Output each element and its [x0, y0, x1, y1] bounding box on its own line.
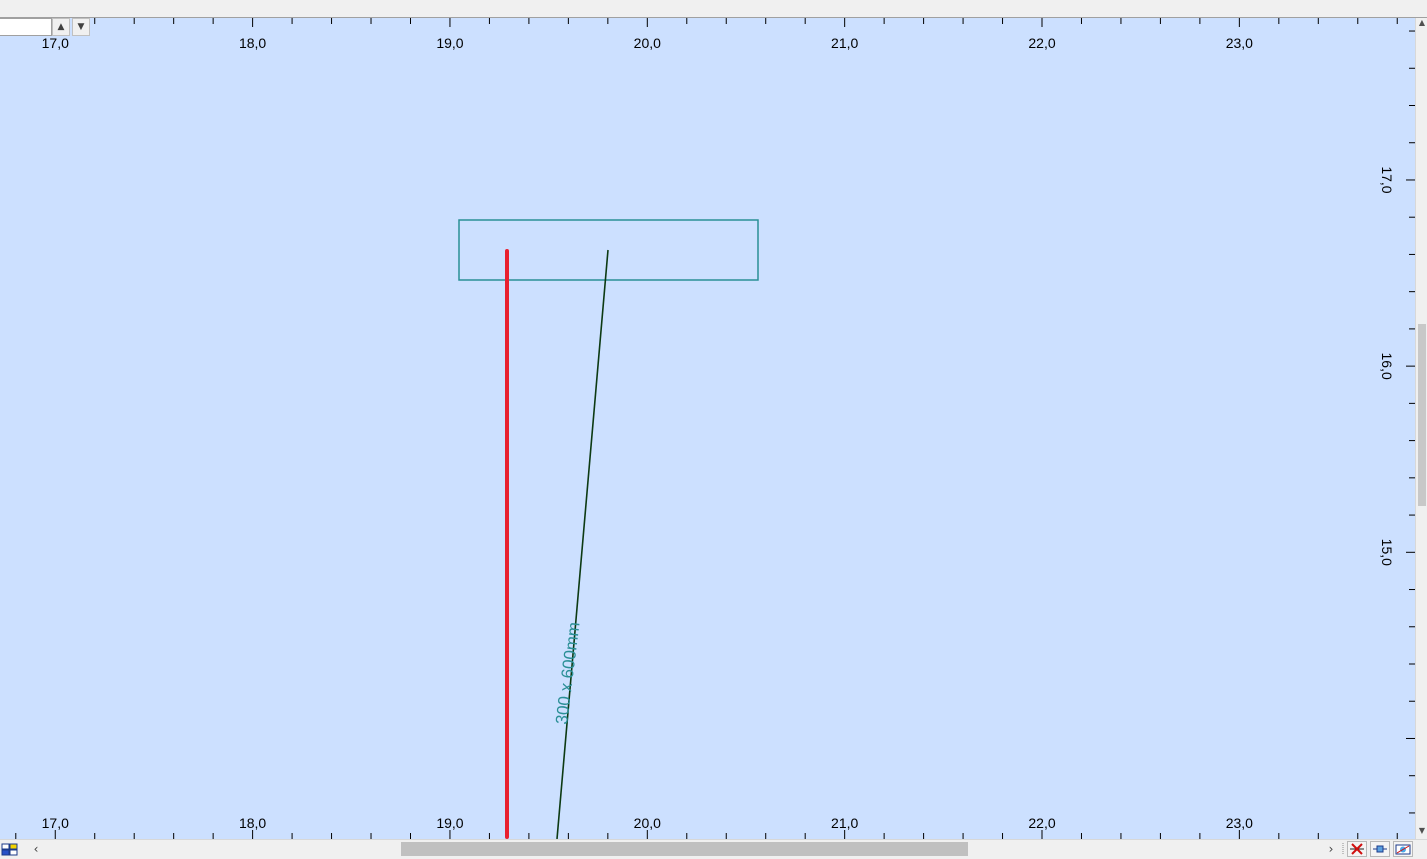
measure-tool-button[interactable] [1370, 841, 1390, 857]
scroll-left-arrow-icon[interactable]: ‹ [29, 841, 43, 857]
x-tick-label: 21,0 [831, 815, 858, 831]
scroll-right-arrow-icon[interactable]: › [1324, 841, 1338, 857]
layer-input-field[interactable] [0, 18, 52, 36]
chevron-up-icon: ▲ [57, 22, 65, 32]
delete-icon [1350, 843, 1364, 855]
canvas-background [0, 18, 1415, 839]
x-tick-label: 18,0 [239, 35, 266, 51]
x-tick-label: 21,0 [831, 35, 858, 51]
scroll-down-arrow-icon[interactable]: ▼ [1417, 826, 1427, 836]
measure-icon [1373, 845, 1387, 853]
x-tick-label: 20,0 [634, 35, 661, 51]
chevron-down-icon: ▼ [77, 22, 85, 32]
layout-grid-icon[interactable] [1, 842, 19, 856]
y-tick-label: 17,0 [1379, 166, 1395, 193]
x-tick-label: 23,0 [1226, 35, 1253, 51]
x-tick-label: 19,0 [436, 815, 463, 831]
y-tick-label: 16,0 [1379, 353, 1395, 380]
vertical-scrollbar[interactable]: ▲ ▼ [1415, 18, 1427, 839]
spin-up-button[interactable]: ▲ [52, 18, 70, 36]
delete-tool-button[interactable] [1347, 841, 1367, 857]
top-toolbar-strip [0, 0, 1427, 18]
drawing-canvas[interactable]: 17,0 18,0 19,0 20,0 21,0 22,0 23,0 17,0 18,0 19,… [0, 18, 1415, 839]
x-tick-label: 17,0 [42, 35, 69, 51]
view-icon [1395, 844, 1411, 855]
x-tick-label: 23,0 [1226, 815, 1253, 831]
x-tick-label: 18,0 [239, 815, 266, 831]
x-tick-label: 20,0 [634, 815, 661, 831]
horizontal-scroll-thumb[interactable] [401, 842, 968, 856]
scroll-up-arrow-icon[interactable]: ▲ [1417, 18, 1427, 28]
x-tick-label: 22,0 [1028, 35, 1055, 51]
view-tool-button[interactable] [1393, 841, 1413, 857]
x-tick-label: 19,0 [436, 35, 463, 51]
horizontal-scrollbar[interactable]: ‹ › [0, 839, 1427, 859]
y-tick-label: 15,0 [1379, 539, 1395, 566]
x-tick-label: 22,0 [1028, 815, 1055, 831]
x-tick-label: 17,0 [42, 815, 69, 831]
vertical-scroll-thumb[interactable] [1418, 324, 1426, 506]
cad-application-window: 17,0 18,0 19,0 20,0 21,0 22,0 23,0 17,0 18,0 19,… [0, 0, 1427, 859]
spin-down-button[interactable]: ▼ [72, 18, 90, 36]
toolbar-grip-icon [1342, 843, 1344, 855]
